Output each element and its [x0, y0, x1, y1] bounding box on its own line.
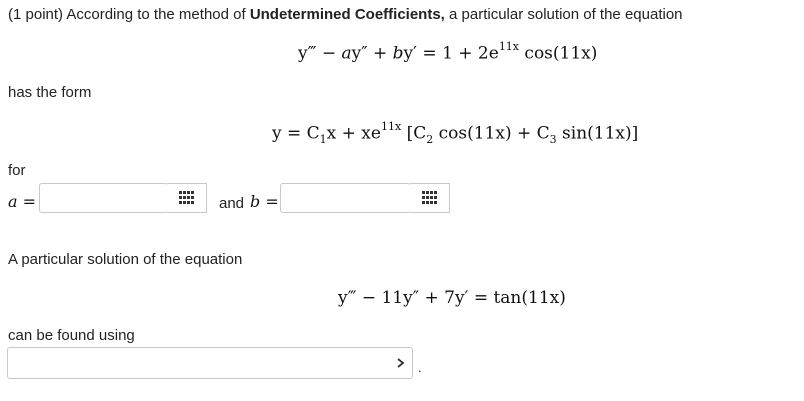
- eq1-exponent: 11x: [498, 40, 520, 53]
- form-part: cos(11x) + C: [433, 123, 550, 144]
- grid-palette-icon: [421, 191, 437, 204]
- form-sub: 1: [319, 133, 327, 147]
- a-input[interactable]: [39, 183, 168, 213]
- equation-2: y‴ − 11y″ + 7y′ = tan(11x): [338, 288, 566, 308]
- found-using-label: can be found using: [8, 327, 135, 344]
- intro-points: (1 point) According to the method of: [8, 6, 250, 23]
- intro-bold: Undetermined Coefficients,: [249, 6, 445, 23]
- form-part: [C: [401, 123, 427, 144]
- part2-prompt: A particular solution of the equation: [8, 251, 243, 268]
- form-part: x + xe: [326, 123, 381, 144]
- grid-palette-icon: [178, 191, 194, 204]
- b-label: b =: [250, 192, 279, 211]
- eq1-a: a: [341, 43, 352, 64]
- has-form-label: has the form: [8, 84, 92, 101]
- chevron-down-icon: [397, 358, 405, 368]
- form-part: sin(11x)]: [556, 123, 639, 144]
- eq1-b: b: [392, 43, 404, 64]
- b-input[interactable]: [280, 183, 411, 213]
- method-select[interactable]: [7, 347, 413, 379]
- eq1-rhs: cos(11x): [519, 43, 598, 64]
- form-sub: 3: [549, 133, 557, 147]
- intro-rest: a particular solution of the equation: [444, 6, 683, 23]
- form-exponent: 11x: [380, 120, 402, 133]
- eq1-part: y‴ −: [298, 43, 342, 64]
- trailing-period: .: [418, 360, 422, 375]
- for-label: for: [8, 162, 26, 179]
- form-part: y = C: [272, 123, 320, 144]
- eq1-part: y″ +: [351, 43, 393, 64]
- a-label: a =: [8, 192, 37, 211]
- equation-1: y‴ − ay″ + by′ = 1 + 2e11x cos(11x): [298, 40, 598, 64]
- eq1-part: y′ = 1 + 2e: [403, 43, 499, 64]
- a-palette-button[interactable]: [167, 183, 207, 213]
- b-palette-button[interactable]: [410, 183, 450, 213]
- question-intro: (1 point) According to the method of Und…: [8, 6, 683, 23]
- solution-form: y = C1x + xe11x [C2 cos(11x) + C3 sin(11…: [272, 120, 639, 147]
- and-label: and: [219, 195, 245, 212]
